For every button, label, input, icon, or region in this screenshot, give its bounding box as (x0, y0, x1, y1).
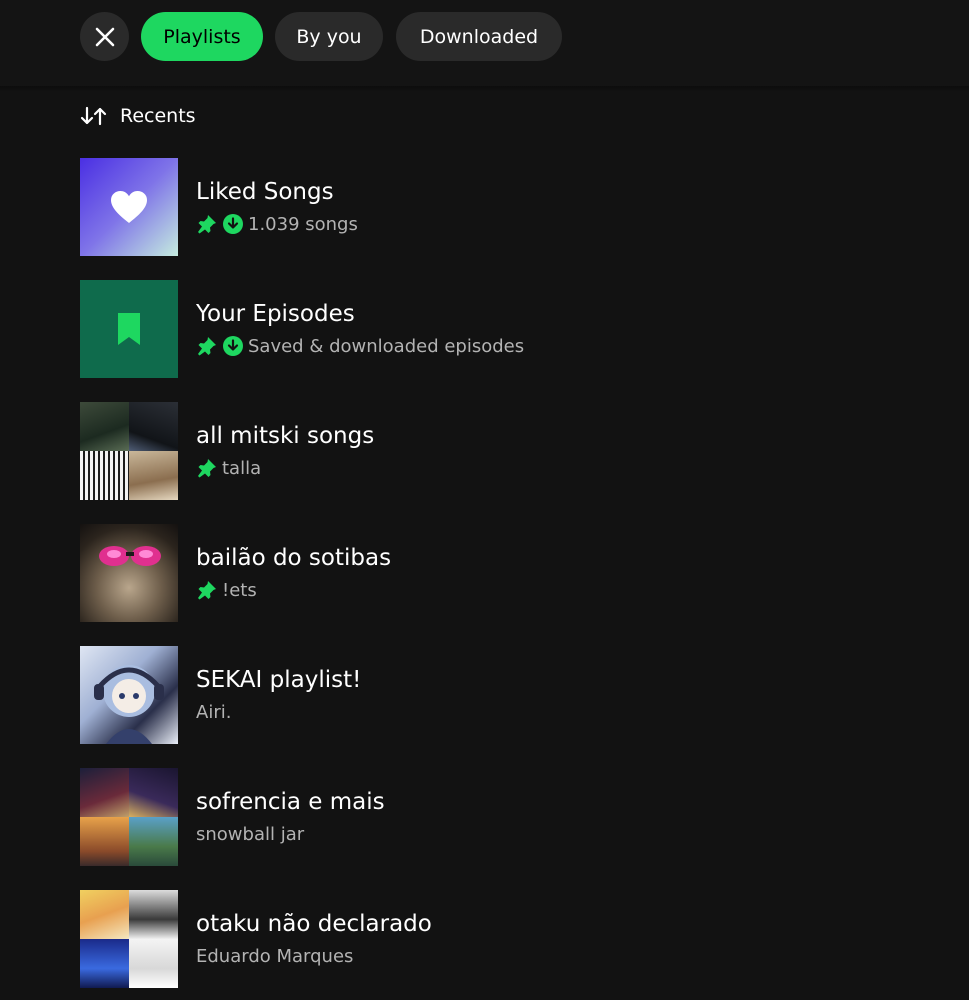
downloaded-icon (222, 213, 244, 235)
item-subtitle-row: snowball jar (196, 822, 304, 846)
your-episodes-cover (80, 280, 178, 378)
item-subtitle: talla (222, 457, 262, 479)
sort-label: Recents (120, 105, 196, 127)
list-item-bailao-do-sotibas[interactable]: bailão do sotibas !ets (80, 524, 940, 622)
item-title: Your Episodes (196, 301, 355, 327)
item-subtitle-row: Airi. (196, 700, 231, 724)
chip-playlists[interactable]: Playlists (141, 12, 263, 61)
pin-icon (196, 579, 218, 601)
sunglasses-icon (99, 546, 161, 566)
downloaded-icon (222, 335, 244, 357)
item-subtitle: !ets (222, 579, 257, 601)
playlist-cover-mosaic (80, 768, 178, 866)
item-subtitle-row: Eduardo Marques (196, 944, 353, 968)
anime-character-icon (94, 665, 164, 744)
item-subtitle-row: Saved & downloaded episodes (196, 334, 524, 358)
item-subtitle-row: talla (196, 456, 261, 480)
liked-songs-cover (80, 158, 178, 256)
pin-icon (196, 457, 218, 479)
playlist-cover (80, 646, 178, 744)
item-subtitle-row: 1.039 songs (196, 212, 358, 236)
playlist-cover-mosaic (80, 890, 178, 988)
list-item-sofrencia-e-mais[interactable]: sofrencia e mais snowball jar (80, 768, 940, 866)
close-icon (95, 27, 114, 46)
clear-filter-button[interactable] (80, 12, 129, 61)
chip-by-you[interactable]: By you (275, 12, 383, 61)
item-subtitle: snowball jar (196, 823, 305, 845)
list-item-your-episodes[interactable]: Your Episodes Saved & downloaded episode… (80, 280, 940, 378)
list-item-otaku-nao-declarado[interactable]: otaku não declarado Eduardo Marques (80, 890, 940, 988)
list-item-all-mitski-songs[interactable]: all mitski songs talla (80, 402, 940, 500)
filter-bar: Playlists By you Downloaded (0, 0, 969, 86)
item-title: otaku não declarado (196, 911, 432, 937)
sort-button[interactable]: Recents (80, 98, 196, 134)
list-item-sekai-playlist[interactable]: SEKAI playlist! Airi. (80, 646, 940, 744)
pin-icon (196, 213, 218, 235)
item-subtitle-row: !ets (196, 578, 257, 602)
playlist-cover-mosaic (80, 402, 178, 500)
item-title: sofrencia e mais (196, 789, 385, 815)
chip-downloaded[interactable]: Downloaded (396, 12, 562, 61)
item-subtitle: Saved & downloaded episodes (248, 335, 525, 357)
item-title: Liked Songs (196, 179, 334, 205)
item-title: bailão do sotibas (196, 545, 392, 571)
item-subtitle: 1.039 songs (248, 213, 358, 235)
bookmark-icon (118, 313, 140, 345)
pin-icon (196, 335, 218, 357)
list-item-liked-songs[interactable]: Liked Songs 1.039 songs (80, 158, 940, 256)
heart-icon (111, 191, 147, 223)
item-subtitle: Eduardo Marques (196, 945, 354, 967)
sort-arrows-icon (80, 106, 107, 126)
item-subtitle: Airi. (196, 701, 232, 723)
filter-bar-shadow (0, 86, 969, 92)
item-title: all mitski songs (196, 423, 375, 449)
playlist-cover (80, 524, 178, 622)
item-title: SEKAI playlist! (196, 667, 362, 693)
